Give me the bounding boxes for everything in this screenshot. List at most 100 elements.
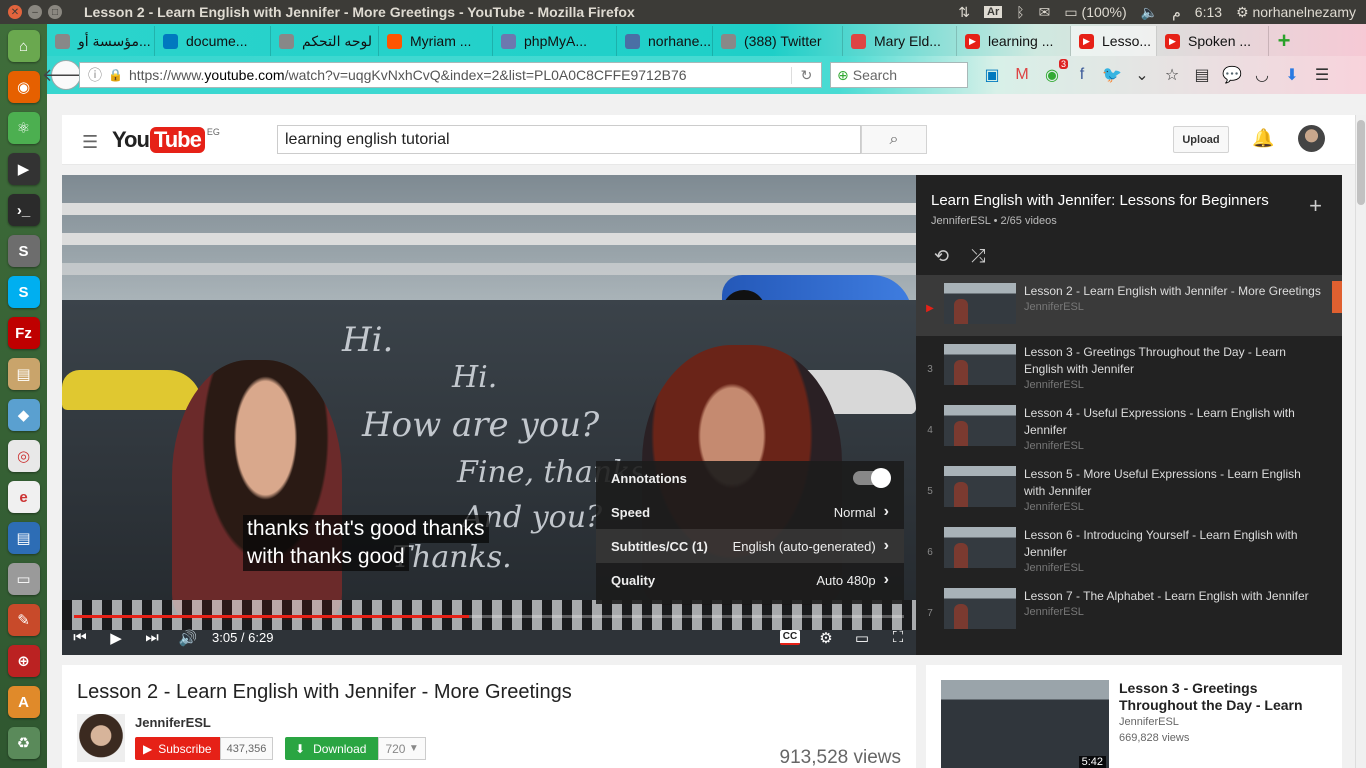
- reload-icon[interactable]: ↻: [791, 66, 821, 84]
- youtube-search-input[interactable]: [277, 125, 861, 154]
- up-next-thumbnail[interactable]: 5:42: [941, 680, 1109, 768]
- browser-tab[interactable]: ▶Lesso...✕: [1071, 26, 1157, 56]
- playlist-item[interactable]: 4 Lesson 4 - Useful Expressions - Learn E…: [916, 397, 1342, 458]
- settings-icon[interactable]: ✎: [7, 604, 40, 636]
- subtitles-setting[interactable]: Subtitles/CC (1) English (auto-generated…: [596, 529, 904, 563]
- clock[interactable]: 6:13: [1195, 4, 1222, 20]
- theater-mode-icon[interactable]: ▭: [844, 629, 880, 647]
- browser-tab[interactable]: phpMyA...: [493, 26, 617, 56]
- volume-icon[interactable]: 🔈: [1141, 4, 1158, 21]
- new-tab-icon[interactable]: +: [1269, 26, 1299, 56]
- browser-tab[interactable]: مؤسسة أو...: [47, 26, 155, 56]
- filezilla-icon[interactable]: Fz: [7, 317, 40, 349]
- sublime-icon[interactable]: S: [7, 235, 40, 267]
- browser-tab[interactable]: (388) Twitter: [713, 26, 843, 56]
- notifications-bell-icon[interactable]: 🔔: [1252, 128, 1274, 149]
- window-maximize-icon[interactable]: □: [48, 5, 62, 19]
- battery-indicator[interactable]: ▭ (100%): [1064, 4, 1126, 21]
- guide-menu-icon[interactable]: ☰: [82, 132, 98, 153]
- account-avatar[interactable]: [1298, 125, 1325, 152]
- keyboard-layout-indicator[interactable]: Ar: [984, 6, 1003, 18]
- writer-icon[interactable]: ▤: [7, 522, 40, 554]
- menu-hamburger-icon[interactable]: ☰: [1312, 65, 1332, 85]
- channel-name[interactable]: JenniferESL: [135, 715, 211, 730]
- url-bar[interactable]: ⓘ 🔒 https://www. youtube.com/watch?v=uqgK…: [79, 62, 822, 88]
- browser-tab[interactable]: لوحه التحكم: [271, 26, 379, 56]
- chat-icon[interactable]: 💬: [1222, 65, 1242, 85]
- annotations-setting[interactable]: Annotations: [596, 461, 904, 495]
- volume-icon[interactable]: 🔊: [170, 629, 206, 647]
- network-arrows-icon[interactable]: ⇅: [958, 4, 970, 21]
- youtube-logo[interactable]: You Tube EG: [112, 127, 220, 153]
- chevron-down-icon[interactable]: ⌄: [1132, 65, 1152, 85]
- virtualbox-icon[interactable]: ◆: [7, 399, 40, 431]
- youtube-search-button[interactable]: ⌕: [861, 125, 927, 154]
- files-icon[interactable]: ▤: [7, 358, 40, 390]
- quality-setting[interactable]: Quality Auto 480p ›: [596, 563, 904, 597]
- up-next-title[interactable]: Lesson 3 - Greetings Throughout the Day …: [1119, 680, 1319, 714]
- play-icon[interactable]: ▶: [98, 629, 134, 647]
- playlist-item[interactable]: 3 Lesson 3 - Greetings Throughout the Day…: [916, 336, 1342, 397]
- page-scrollbar[interactable]: [1355, 115, 1366, 768]
- speed-setting[interactable]: Speed Normal ›: [596, 495, 904, 529]
- video-player[interactable]: Hi. Hi. How are you? Fine, thanks. And y…: [62, 175, 916, 655]
- playlist-item[interactable]: 6 Lesson 6 - Introducing Yourself - Learn…: [916, 519, 1342, 580]
- browser-tab[interactable]: Mary Eld...: [843, 26, 957, 56]
- add-playlist-icon[interactable]: +: [1309, 193, 1322, 219]
- playlist-scrollbar[interactable]: [1332, 281, 1342, 313]
- atom-icon[interactable]: ⚛: [7, 112, 40, 144]
- info-icon[interactable]: ⓘ: [88, 65, 102, 85]
- shuffle-icon[interactable]: ⤮: [971, 246, 985, 267]
- chrome-icon[interactable]: ◎: [7, 440, 40, 472]
- captions-button[interactable]: CC: [772, 630, 808, 645]
- twitter-icon[interactable]: 🐦: [1102, 65, 1122, 85]
- video-progress-bar[interactable]: [74, 615, 904, 618]
- gmail-icon[interactable]: M: [1012, 65, 1032, 85]
- browser-search-bar[interactable]: ⊕ Search: [830, 62, 968, 88]
- bookmark-star-icon[interactable]: ☆: [1162, 65, 1182, 85]
- bluetooth-icon[interactable]: ᛒ: [1016, 4, 1024, 20]
- terminal-icon[interactable]: ›_: [7, 194, 40, 226]
- browser-tab[interactable]: Myriam ...: [379, 26, 493, 56]
- recycle-icon[interactable]: ♻: [7, 727, 40, 759]
- browser-tab[interactable]: norhane...: [617, 26, 713, 56]
- mail-icon[interactable]: ✉: [1039, 4, 1051, 21]
- download-icon[interactable]: ⬇: [1282, 65, 1302, 85]
- notification-extension-icon[interactable]: ◉ 3: [1042, 59, 1068, 85]
- fullscreen-icon[interactable]: ⛶: [880, 629, 916, 646]
- software-center-icon[interactable]: A: [7, 686, 40, 718]
- previous-icon[interactable]: ⏮: [62, 629, 98, 646]
- download-quality-select[interactable]: 720 ▼: [378, 737, 426, 760]
- loop-icon[interactable]: ⟲: [934, 246, 949, 267]
- remote-icon[interactable]: ⊕: [7, 645, 40, 677]
- download-button[interactable]: ⬇ Download: [285, 737, 379, 760]
- playlist-title[interactable]: Learn English with Jennifer: Lessons for…: [931, 192, 1327, 209]
- next-icon[interactable]: ⏭: [134, 629, 170, 646]
- browser-tab[interactable]: ▶ Spoken ...: [1157, 26, 1269, 56]
- trello-icon[interactable]: ▣: [982, 65, 1002, 85]
- scrollbar-thumb[interactable]: [1357, 120, 1365, 205]
- window-minimize-icon[interactable]: –: [28, 5, 42, 19]
- video-editor-icon[interactable]: ▶: [7, 153, 40, 185]
- firefox-icon[interactable]: ◉: [7, 71, 40, 103]
- channel-avatar[interactable]: [77, 714, 125, 762]
- browser-tab[interactable]: docume...: [155, 26, 271, 56]
- window-close-icon[interactable]: ✕: [8, 5, 22, 19]
- eclipse-icon[interactable]: e: [7, 481, 40, 513]
- annotations-toggle[interactable]: [853, 468, 891, 488]
- skype-icon[interactable]: S: [7, 276, 40, 308]
- settings-gear-icon[interactable]: ⚙: [808, 629, 844, 647]
- home-icon[interactable]: ⌂: [7, 30, 40, 62]
- up-next-item[interactable]: 5:42 Lesson 3 - Greetings Throughout the…: [926, 665, 1342, 768]
- back-button[interactable]: 🡐: [42, 60, 90, 90]
- pocket-icon[interactable]: ◡: [1252, 65, 1272, 85]
- playlist-item[interactable]: ▶ Lesson 2 - Learn English with Jennifer …: [916, 275, 1342, 336]
- drive-icon[interactable]: ▭: [7, 563, 40, 595]
- playlist-item[interactable]: 5 Lesson 5 - More Useful Expressions - Le…: [916, 458, 1342, 519]
- upload-button[interactable]: Upload: [1173, 126, 1229, 153]
- facebook-icon[interactable]: f: [1072, 65, 1092, 85]
- playlist-item[interactable]: 7 Lesson 7 - The Alphabet - Learn English…: [916, 580, 1342, 641]
- browser-tab[interactable]: ▶ learning ...: [957, 26, 1071, 56]
- session-menu[interactable]: ⚙ norhanelnezamy: [1236, 4, 1356, 21]
- subscribe-button[interactable]: ▶ Subscribe: [135, 737, 220, 760]
